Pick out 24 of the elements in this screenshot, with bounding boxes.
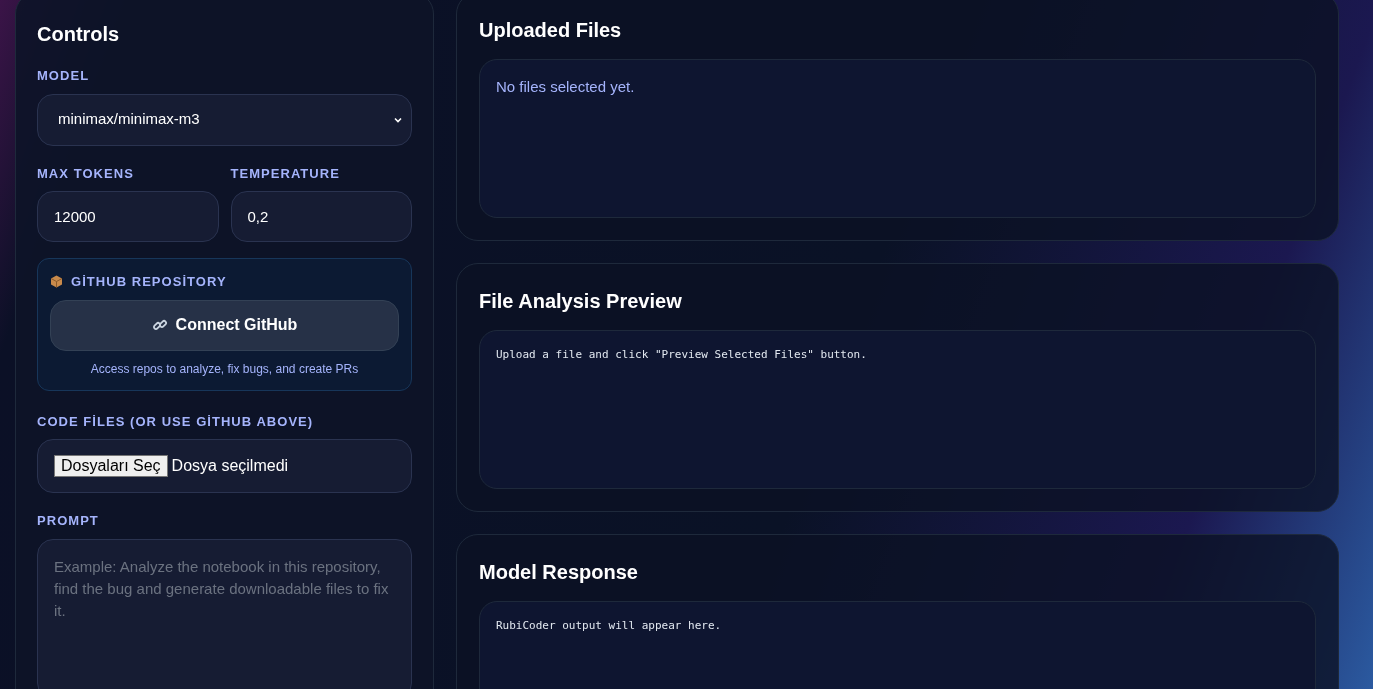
max-tokens-field[interactable]: 12000	[37, 191, 219, 242]
link-icon	[151, 317, 168, 333]
connect-github-button[interactable]: Connect GitHub	[50, 299, 399, 351]
output-text: RubiCoder output will appear here.	[496, 618, 723, 634]
file-status: Dosya seçilmedi	[171, 456, 289, 476]
model-select[interactable]: minimax/minimax-m3	[37, 93, 412, 146]
package-icon	[50, 275, 63, 289]
panel-title: Uploaded Files	[479, 18, 623, 43]
prompt-field[interactable]: Example: Analyze the notebook in this repository, find the bug and generate downloadable files to fix it.	[37, 538, 412, 689]
field-label: GİTHUB REPOSİTORY	[71, 273, 227, 291]
file-input[interactable]: Dosyaları Seç Dosya seçilmedi	[37, 439, 412, 493]
field-label: MODEL	[37, 67, 91, 85]
field-label: PROMPT	[37, 512, 100, 530]
panel-title: File Analysis Preview	[479, 289, 683, 314]
controls-title: Controls	[37, 22, 121, 47]
panel-title: Model Response	[479, 560, 639, 585]
field-label: CODE FİLES (OR USE GİTHUB ABOVE)	[37, 412, 315, 431]
field-label: MAX TOKENS	[37, 164, 135, 183]
output-text: No files selected yet.	[496, 77, 636, 97]
field-label: TEMPERATURE	[230, 164, 341, 183]
temperature-field[interactable]: 0,2	[230, 191, 412, 242]
choose-files-button[interactable]: Dosyaları Seç	[54, 455, 168, 477]
output-text: Upload a file and click "Preview Selected Files" button.	[496, 347, 868, 363]
github-hint: Access repos to analyze, fix bugs, and create PRs	[89, 360, 360, 378]
